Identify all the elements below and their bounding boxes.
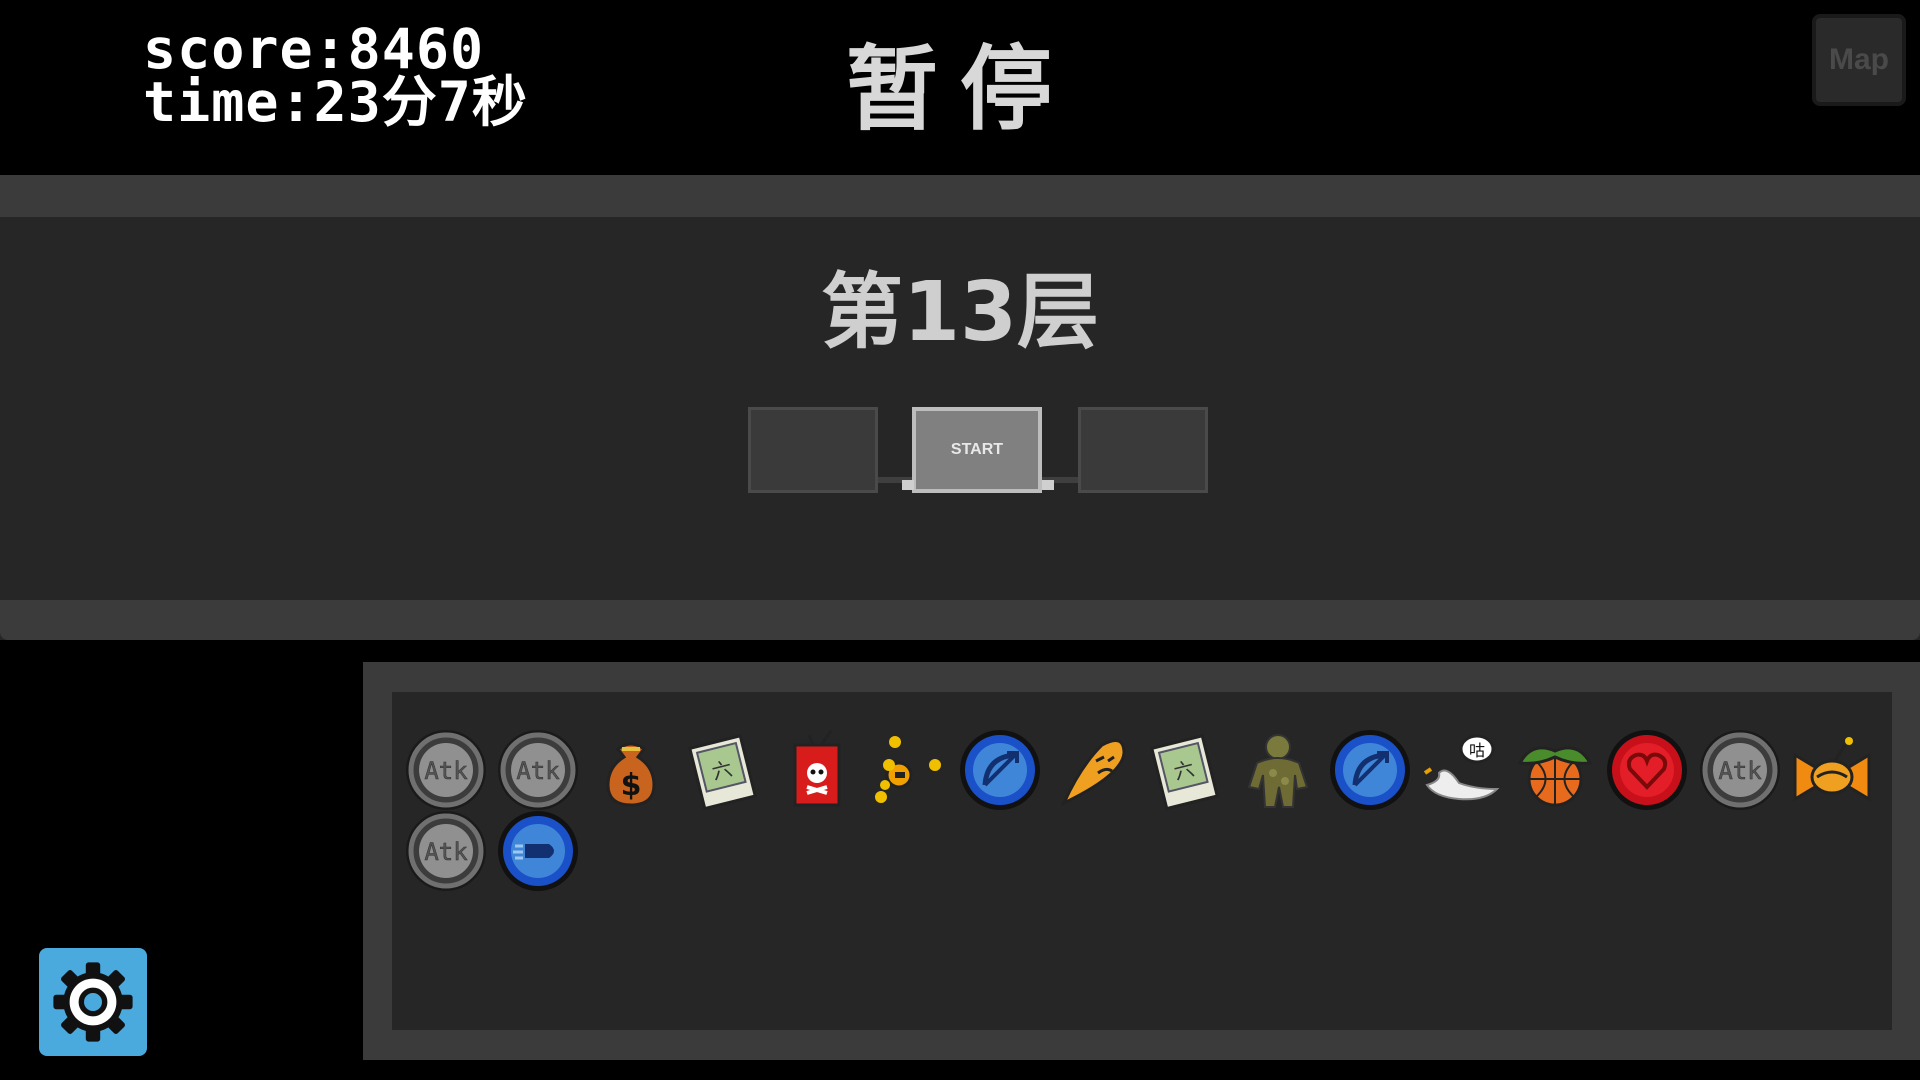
inventory-item[interactable] xyxy=(1789,727,1875,813)
inventory-item[interactable]: Atk xyxy=(495,727,581,813)
start-room-label: START xyxy=(950,441,1004,458)
floor-panel: 第13层 START xyxy=(0,175,1920,640)
inventory-item[interactable] xyxy=(1050,727,1136,813)
floor-band-bottom xyxy=(0,600,1920,640)
inventory-item[interactable]: Atk xyxy=(403,727,489,813)
candy-bomb-icon xyxy=(1793,737,1871,802)
inventory-item[interactable]: Atk xyxy=(1697,727,1783,813)
door-marker-left xyxy=(902,480,914,490)
svg-text:Atk: Atk xyxy=(517,757,561,785)
gear-icon xyxy=(53,962,133,1042)
atk-coin-icon: Atk xyxy=(406,730,486,810)
minimap-room-left[interactable] xyxy=(748,407,878,493)
red-heart-badge-icon xyxy=(1607,730,1688,810)
inventory-item[interactable] xyxy=(1327,727,1413,813)
money-bag-icon: $ xyxy=(606,742,656,807)
svg-text:咕: 咕 xyxy=(1469,741,1485,760)
pause-title: 暂停 xyxy=(845,36,1074,143)
inventory-item[interactable] xyxy=(1512,727,1598,813)
settings-button[interactable] xyxy=(39,948,147,1056)
spell-book-icon: 六 xyxy=(688,733,758,811)
inventory-item[interactable] xyxy=(865,727,951,813)
poison-box-icon xyxy=(793,730,841,807)
inventory-item[interactable] xyxy=(1235,727,1321,813)
basketball-leaf-icon xyxy=(1517,746,1593,807)
blue-bow-badge-icon xyxy=(1330,730,1410,810)
inventory-panel: Atk Atk $ 六 六 咕 Atk Atk xyxy=(363,662,1920,1060)
angry-fireball-icon xyxy=(1060,739,1126,807)
inventory-item[interactable]: Atk xyxy=(403,808,489,894)
inventory-item[interactable]: 六 xyxy=(1142,727,1228,813)
inventory-grid: Atk Atk $ 六 六 咕 Atk Atk xyxy=(392,692,1892,1030)
inventory-item[interactable] xyxy=(1604,727,1690,813)
atk-coin-icon: Atk xyxy=(498,730,579,810)
svg-text:Atk: Atk xyxy=(424,757,468,785)
inventory-item[interactable]: 六 xyxy=(680,727,766,813)
svg-text:Atk: Atk xyxy=(1718,757,1762,785)
minimap-room-start[interactable]: START xyxy=(912,407,1042,493)
inventory-item[interactable] xyxy=(773,727,859,813)
orbit-dots-icon xyxy=(875,736,941,803)
inventory-item[interactable] xyxy=(495,808,581,894)
minimap-room-right[interactable] xyxy=(1078,407,1208,493)
inventory-item[interactable]: 咕 xyxy=(1419,727,1505,813)
inventory-item[interactable] xyxy=(957,727,1043,813)
moss-golem-icon xyxy=(1247,734,1308,808)
svg-text:Atk: Atk xyxy=(424,838,468,866)
spell-book-icon: 六 xyxy=(1150,733,1220,811)
inventory-item[interactable]: $ xyxy=(588,727,674,813)
map-button-label: Map xyxy=(1829,43,1889,76)
floor-band-top xyxy=(0,175,1920,217)
map-button[interactable]: Map xyxy=(1812,14,1906,106)
blue-bullet-badge-icon xyxy=(498,811,579,891)
door-marker-right xyxy=(1042,480,1054,490)
pigeon-speech-icon: 咕 xyxy=(1424,734,1500,801)
atk-coin-icon: Atk xyxy=(406,811,486,891)
blue-bow-badge-icon xyxy=(960,730,1041,810)
atk-coin-icon: Atk xyxy=(1699,730,1780,810)
svg-text:$: $ xyxy=(620,768,641,803)
floor-title: 第13层 xyxy=(820,265,1100,360)
